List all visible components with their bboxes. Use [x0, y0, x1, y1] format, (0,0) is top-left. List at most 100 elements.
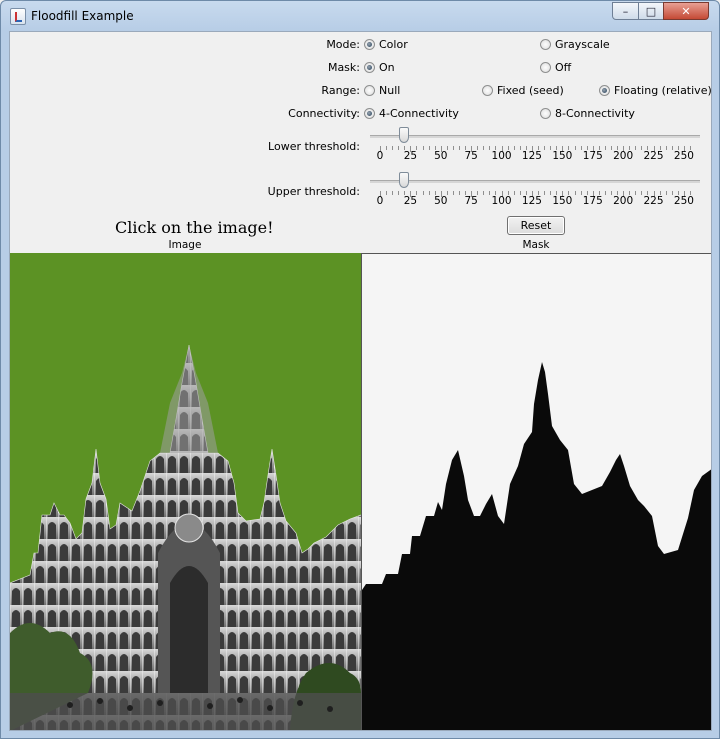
- slider-tick: [610, 191, 612, 195]
- slider-tick: [452, 146, 454, 150]
- radio-unselected-icon: [540, 62, 551, 73]
- radio-unselected-icon: [540, 108, 551, 119]
- slider-tick: [513, 191, 515, 195]
- radio-unselected-icon: [364, 85, 375, 96]
- slider-tick-label: 250: [673, 150, 694, 162]
- slider-thumb[interactable]: [399, 172, 410, 188]
- java-icon: [10, 8, 26, 25]
- reset-button[interactable]: Reset: [507, 216, 565, 235]
- slider-tick: [398, 146, 400, 150]
- slider-tick: [489, 191, 491, 195]
- slider-tick-label: 0: [376, 195, 384, 207]
- slider-tick-label: 100: [491, 195, 512, 207]
- slider-tick: [635, 146, 637, 150]
- slider-tick-label: 150: [552, 195, 573, 207]
- lower-threshold-label: Lower threshold:: [268, 140, 360, 153]
- range-fixed-radio[interactable]: Fixed (seed): [482, 84, 564, 97]
- range-null-label: Null: [379, 84, 401, 97]
- range-fixed-label: Fixed (seed): [497, 84, 564, 97]
- slider-tick: [459, 191, 461, 195]
- slider-tick: [635, 191, 637, 195]
- slider-tick: [641, 191, 643, 195]
- slider-tick-label: 175: [582, 195, 603, 207]
- slider-tick: [671, 191, 673, 195]
- slider-tick: [641, 146, 643, 150]
- main-content: Mode: Color Grayscale Mask: On Off Range…: [9, 31, 712, 731]
- radio-selected-icon: [364, 39, 375, 50]
- mode-color-radio[interactable]: Color: [364, 38, 408, 51]
- minimize-button[interactable]: –: [612, 2, 639, 20]
- slider-tick: [386, 191, 388, 195]
- slider-tick-label: 25: [403, 195, 418, 207]
- slider-thumb[interactable]: [399, 127, 410, 143]
- radio-selected-icon: [599, 85, 610, 96]
- mask-off-label: Off: [555, 61, 572, 74]
- slider-tick-label: 250: [673, 195, 694, 207]
- range-null-radio[interactable]: Null: [364, 84, 400, 97]
- slider-tick: [574, 146, 576, 150]
- slider-tick: [544, 191, 546, 195]
- slider-tick-label: 75: [464, 195, 478, 207]
- range-floating-radio[interactable]: Floating (relative): [599, 84, 711, 97]
- mask-image: [362, 362, 711, 730]
- slider-tick-label: 225: [643, 150, 664, 162]
- mask-caption: Mask: [522, 239, 550, 251]
- slider-tick: [671, 146, 673, 150]
- slider-track: [370, 135, 700, 138]
- slider-tick: [550, 191, 552, 195]
- slider-tick: [422, 146, 424, 150]
- slider-tick-label: 175: [582, 150, 603, 162]
- mode-grayscale-radio[interactable]: Grayscale: [540, 38, 610, 51]
- upper-threshold-label: Upper threshold:: [267, 185, 360, 198]
- connectivity-4-radio[interactable]: 4-Connectivity: [364, 107, 459, 120]
- slider-tick: [428, 146, 430, 150]
- lower-threshold-slider[interactable]: 0 25 50 75 100 125 150 175 200 225 250: [370, 127, 700, 162]
- slider-tick: [519, 191, 521, 195]
- slider-tick: [580, 191, 582, 195]
- radio-selected-icon: [364, 108, 375, 119]
- connectivity-8-radio[interactable]: 8-Connectivity: [540, 107, 635, 120]
- mask-silhouette: [362, 362, 711, 730]
- connectivity-label: Connectivity:: [288, 107, 360, 120]
- mode-grayscale-label: Grayscale: [555, 38, 610, 51]
- instruction-text: Click on the image!: [115, 218, 274, 237]
- slider-tick: [428, 191, 430, 195]
- image-caption: Image: [168, 239, 202, 251]
- slider-track: [370, 180, 700, 183]
- image-panel[interactable]: [10, 253, 361, 730]
- window-title: Floodfill Example: [31, 9, 134, 23]
- slider-tick-label: 75: [464, 150, 478, 162]
- connectivity-4-label: 4-Connectivity: [379, 107, 459, 120]
- slider-tick: [422, 191, 424, 195]
- title-bar[interactable]: Floodfill Example – □ ✕: [1, 1, 719, 31]
- upper-threshold-slider[interactable]: 0 25 50 75 100 125 150 175 200 225 250: [370, 172, 700, 207]
- slider-tick: [665, 191, 667, 195]
- mask-off-radio[interactable]: Off: [540, 61, 571, 74]
- mask-label: Mask:: [327, 61, 360, 74]
- slider-tick: [392, 146, 394, 150]
- slider-tick: [513, 146, 515, 150]
- slider-tick-label: 200: [613, 150, 634, 162]
- slider-tick: [604, 146, 606, 150]
- slider-tick: [483, 146, 485, 150]
- mask-panel: [361, 253, 711, 730]
- close-button[interactable]: ✕: [663, 2, 709, 20]
- slider-tick-label: 125: [521, 150, 542, 162]
- maximize-button[interactable]: □: [638, 2, 664, 20]
- slider-tick: [550, 146, 552, 150]
- slider-tick: [489, 146, 491, 150]
- radio-unselected-icon: [482, 85, 493, 96]
- slider-tick-label: 225: [643, 195, 664, 207]
- mode-label: Mode:: [326, 38, 360, 51]
- slider-tick-label: 150: [552, 150, 573, 162]
- mask-on-label: On: [379, 61, 395, 74]
- mask-on-radio[interactable]: On: [364, 61, 395, 74]
- slider-tick-label: 50: [434, 150, 448, 162]
- slider-tick: [392, 191, 394, 195]
- slider-tick-label: 100: [491, 150, 512, 162]
- slider-tick-label: 200: [613, 195, 634, 207]
- radio-selected-icon: [364, 62, 375, 73]
- slider-tick-label: 0: [376, 150, 384, 162]
- slider-tick: [604, 191, 606, 195]
- slider-tick: [574, 191, 576, 195]
